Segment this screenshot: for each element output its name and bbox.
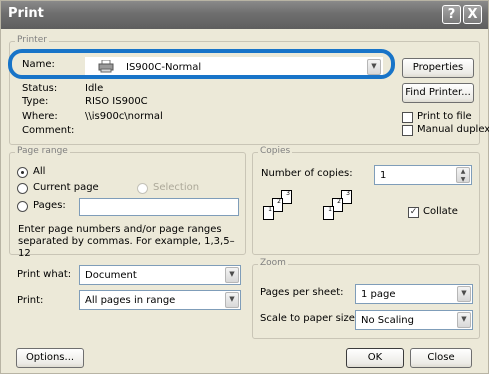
chevron-down-icon[interactable]: ▼ (225, 267, 239, 283)
copies-value: 1 (380, 170, 387, 181)
status-value: Idle (85, 83, 104, 94)
type-value: RISO IS900C (85, 96, 148, 107)
comment-label: Comment: (22, 125, 75, 136)
print-dialog: Print ? X Printer Name: IS900C-Normal ▼ … (0, 0, 489, 374)
collate-illustration: 3 2 1 3 2 1 (263, 190, 363, 235)
manual-duplex-label: Manual duplex (417, 124, 489, 135)
selection-radio[interactable] (137, 183, 148, 194)
pages-per-sheet-label: Pages per sheet: (260, 287, 344, 298)
find-printer-button[interactable]: Find Printer... (402, 83, 474, 103)
chevron-down-icon[interactable]: ▼ (457, 286, 471, 302)
pages-input[interactable] (79, 198, 239, 216)
chevron-down-icon[interactable]: ▼ (225, 292, 239, 308)
pages-radio[interactable] (17, 201, 28, 212)
collate-label: Collate (423, 206, 458, 217)
all-radio[interactable] (17, 167, 28, 178)
print-what-select[interactable]: Document ▼ (79, 265, 241, 285)
copies-legend: Copies (258, 146, 293, 156)
ok-button[interactable]: OK (346, 348, 404, 368)
status-label: Status: (22, 83, 58, 94)
scale-to-paper-select[interactable]: No Scaling ▼ (355, 310, 473, 330)
printer-legend: Printer (15, 35, 49, 45)
help-icon[interactable]: ? (442, 5, 461, 24)
chevron-down-icon[interactable]: ▼ (457, 312, 471, 328)
zoom-legend: Zoom (258, 258, 288, 268)
name-highlight-annotation (8, 49, 395, 79)
pages-per-sheet-value: 1 page (361, 289, 396, 300)
print-select[interactable]: All pages in range ▼ (79, 290, 241, 310)
print-what-label: Print what: (17, 269, 72, 280)
print-what-value: Document (85, 270, 137, 281)
print-label: Print: (17, 295, 44, 306)
page-range-legend: Page range (15, 146, 70, 156)
options-button[interactable]: Options... (16, 348, 84, 368)
collate-checkbox[interactable]: ✓ (408, 207, 419, 218)
scale-to-paper-label: Scale to paper size: (260, 313, 359, 324)
title-bar[interactable]: Print ? X (1, 1, 488, 29)
pages-per-sheet-select[interactable]: 1 page ▼ (355, 284, 473, 304)
manual-duplex-checkbox[interactable] (402, 125, 413, 136)
spinner-arrows-icon[interactable]: ▲ ▼ (456, 167, 470, 183)
close-button[interactable]: Close (410, 348, 472, 368)
current-page-label: Current page (33, 182, 99, 193)
print-to-file-checkbox[interactable] (402, 112, 413, 123)
print-value: All pages in range (85, 295, 176, 306)
where-value: \\is900c\normal (85, 111, 163, 122)
selection-label: Selection (153, 182, 200, 193)
print-to-file-label: Print to file (417, 111, 472, 122)
page-range-hint: Enter page numbers and/or page ranges se… (18, 224, 235, 259)
scale-to-paper-value: No Scaling (361, 315, 414, 326)
current-page-radio[interactable] (17, 183, 28, 194)
number-of-copies-label: Number of copies: (261, 168, 353, 179)
where-label: Where: (22, 111, 58, 122)
type-label: Type: (22, 96, 49, 107)
copies-spinner[interactable]: 1 ▲ ▼ (374, 165, 472, 185)
dialog-title: Print (8, 6, 44, 21)
all-label: All (33, 166, 46, 177)
close-icon[interactable]: X (463, 5, 482, 24)
properties-button[interactable]: Properties (402, 58, 474, 78)
pages-label: Pages: (33, 200, 66, 211)
